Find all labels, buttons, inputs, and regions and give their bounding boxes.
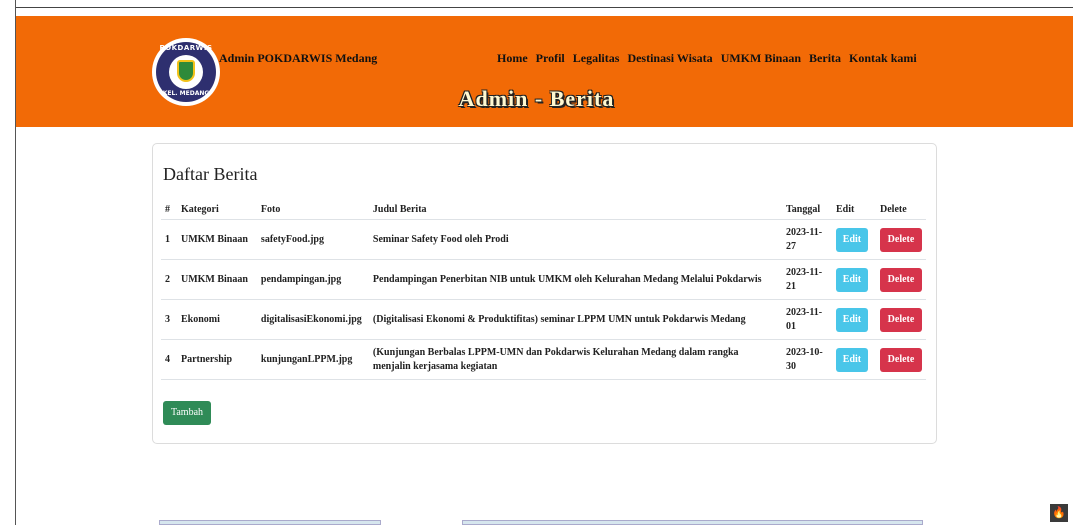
edit-button[interactable]: Edit xyxy=(835,347,868,372)
delete-button[interactable]: Delete xyxy=(880,267,922,292)
row-judul: Pendampingan Penerbitan NIB untuk UMKM o… xyxy=(368,259,782,300)
site-header: POKDARWIS KEL. MEDANG Admin POKDARWIS Me… xyxy=(16,16,1073,127)
row-number: 1 xyxy=(161,219,177,260)
row-tanggal: 2023-11-01 xyxy=(782,299,832,340)
nav-umkm-binaan[interactable]: UMKM Binaan xyxy=(721,51,801,65)
col-foto: Foto xyxy=(256,199,369,220)
row-judul: (Digitalisasi Ekonomi & Produktifitas) s… xyxy=(368,299,782,340)
row-judul: (Kunjungan Berbalas LPPM-UMN dan Pokdarw… xyxy=(368,339,782,380)
table-row: 1 UMKM Binaan safetyFood.jpg Seminar Saf… xyxy=(161,219,926,260)
row-tanggal: 2023-11-27 xyxy=(782,219,832,260)
window-top-border xyxy=(15,7,1073,8)
row-number: 3 xyxy=(161,299,177,340)
col-kategori: Kategori xyxy=(176,199,257,220)
edit-button[interactable]: Edit xyxy=(835,307,868,332)
row-tanggal: 2023-10-30 xyxy=(782,339,832,380)
edit-button[interactable]: Edit xyxy=(835,227,868,252)
delete-button[interactable]: Delete xyxy=(880,227,922,252)
table-row: 4 Partnership kunjunganLPPM.jpg (Kunjung… xyxy=(161,339,926,380)
row-judul: Seminar Safety Food oleh Prodi xyxy=(368,219,782,260)
row-tanggal: 2023-11-21 xyxy=(782,259,832,300)
row-delete-cell: Delete xyxy=(876,219,926,260)
col-tanggal: Tanggal xyxy=(782,199,832,220)
nav-berita[interactable]: Berita xyxy=(809,51,841,65)
nav-kontak-kami[interactable]: Kontak kami xyxy=(849,51,917,65)
window-left-frame xyxy=(0,0,15,525)
add-button[interactable]: Tambah xyxy=(163,401,211,425)
shield-icon xyxy=(177,60,195,82)
table-header-row: # Kategori Foto Judul Berita Tanggal Edi… xyxy=(161,199,926,220)
delete-button[interactable]: Delete xyxy=(880,347,922,372)
row-delete-cell: Delete xyxy=(876,259,926,300)
edit-button[interactable]: Edit xyxy=(835,267,868,292)
row-delete-cell: Delete xyxy=(876,299,926,340)
page-title: Admin - Berita xyxy=(458,86,615,111)
row-edit-cell: Edit xyxy=(831,219,876,260)
col-number: # xyxy=(161,199,177,220)
row-kategori: UMKM Binaan xyxy=(176,259,257,300)
row-number: 4 xyxy=(161,339,177,380)
nav-destinasi-wisata[interactable]: Destinasi Wisata xyxy=(627,51,712,65)
row-edit-cell: Edit xyxy=(831,299,876,340)
brand-title[interactable]: Admin POKDARWIS Medang xyxy=(219,51,377,66)
footer-panel-left xyxy=(159,520,381,525)
row-kategori: Ekonomi xyxy=(176,299,257,340)
delete-button[interactable]: Delete xyxy=(880,307,922,332)
nav-profil[interactable]: Profil xyxy=(536,51,565,65)
logo-text-top: POKDARWIS xyxy=(159,44,213,52)
row-foto: safetyFood.jpg xyxy=(256,219,369,260)
table-row: 3 Ekonomi digitalisasiEkonomi.jpg (Digit… xyxy=(161,299,926,340)
row-delete-cell: Delete xyxy=(876,339,926,380)
row-edit-cell: Edit xyxy=(831,339,876,380)
col-judul: Judul Berita xyxy=(368,199,782,220)
table-row: 2 UMKM Binaan pendampingan.jpg Pendampin… xyxy=(161,259,926,300)
row-number: 2 xyxy=(161,259,177,300)
flame-icon[interactable]: 🔥 xyxy=(1050,504,1068,522)
card-title: Daftar Berita xyxy=(163,164,258,184)
row-foto: kunjunganLPPM.jpg xyxy=(256,339,369,380)
main-nav: Home Profil Legalitas Destinasi Wisata U… xyxy=(497,51,922,66)
row-edit-cell: Edit xyxy=(831,259,876,300)
berita-card: Daftar Berita # Kategori Foto Judul Beri… xyxy=(152,143,937,444)
col-delete: Delete xyxy=(876,199,926,220)
row-foto: digitalisasiEkonomi.jpg xyxy=(256,299,369,340)
col-edit: Edit xyxy=(831,199,876,220)
nav-legalitas[interactable]: Legalitas xyxy=(573,51,620,65)
nav-home[interactable]: Home xyxy=(497,51,528,65)
row-foto: pendampingan.jpg xyxy=(256,259,369,300)
row-kategori: UMKM Binaan xyxy=(176,219,257,260)
footer-panel-right xyxy=(462,520,923,525)
berita-table: # Kategori Foto Judul Berita Tanggal Edi… xyxy=(161,199,926,380)
row-kategori: Partnership xyxy=(176,339,257,380)
